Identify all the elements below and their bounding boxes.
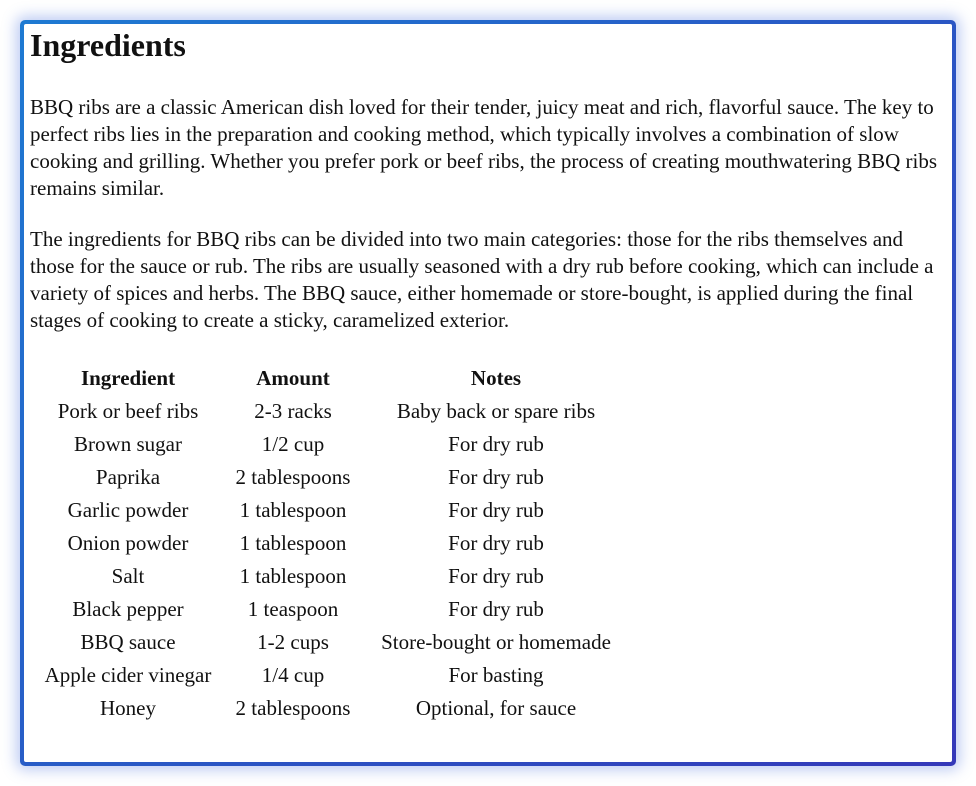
page-title: Ingredients [30,27,186,63]
cell-amount: 1/2 cup [261,432,325,456]
cell-ingredient: Garlic powder [67,498,189,522]
cell-ingredient: Onion powder [67,531,189,555]
column-header-notes: Notes [470,366,522,390]
table-row: Honey 2 tablespoons Optional, for sauce [30,692,632,725]
cell-ingredient: Honey [100,696,156,720]
cell-amount: 1 tablespoon [239,498,347,522]
table-row: Garlic powder 1 tablespoon For dry rub [30,494,632,527]
cell-ingredient: Salt [111,564,145,588]
table-row: Salt 1 tablespoon For dry rub [30,560,632,593]
cell-amount: 2-3 racks [254,399,332,423]
table-row: Onion powder 1 tablespoon For dry rub [30,527,632,560]
cell-notes: For dry rub [448,564,544,588]
cell-amount: 2 tablespoons [235,465,351,489]
cell-amount: 1 tablespoon [239,531,347,555]
cell-ingredient: Black pepper [72,597,184,621]
ingredients-table: Ingredient Amount Notes Pork or beef rib… [30,362,632,725]
column-header-ingredient: Ingredient [80,366,176,390]
cell-notes: Store-bought or homemade [381,630,611,654]
table-row: Paprika 2 tablespoons For dry rub [30,461,632,494]
cell-notes: For dry rub [448,465,544,489]
content-body: Ingredients BBQ ribs are a classic Ameri… [24,24,952,762]
ingredients-paragraph: The ingredients for BBQ ribs can be divi… [30,227,934,332]
intro-paragraph: BBQ ribs are a classic American dish lov… [30,95,938,200]
cell-notes: For dry rub [448,531,544,555]
cell-ingredient: Brown sugar [74,432,182,456]
table-header-row: Ingredient Amount Notes [30,362,632,395]
cell-notes: Optional, for sauce [415,696,577,720]
table-row: Black pepper 1 teaspoon For dry rub [30,593,632,626]
cell-amount: 1/4 cup [261,663,325,687]
cell-notes: For dry rub [448,432,544,456]
cell-notes: For dry rub [448,498,544,522]
table-row: BBQ sauce 1-2 cups Store-bought or homemad… [30,626,632,659]
cell-notes: For dry rub [448,597,544,621]
cell-ingredient: BBQ sauce [80,630,176,654]
cell-ingredient: Pork or beef ribs [57,399,199,423]
table-row: Pork or beef ribs 2-3 racks Baby back or s… [30,395,632,428]
cell-amount: 1-2 cups [257,630,329,654]
column-header-amount: Amount [256,366,330,390]
table-body: Pork or beef ribs 2-3 racks Baby back or s… [30,395,632,725]
cell-amount: 1 teaspoon [247,597,339,621]
table-row: Brown sugar 1/2 cup For dry rub [30,428,632,461]
cell-amount: 2 tablespoons [235,696,351,720]
cell-notes: Baby back or spare ribs [396,399,596,423]
cell-notes: For basting [448,663,544,687]
cell-ingredient: Paprika [95,465,161,489]
cell-ingredient: Apple cider vinegar [44,663,212,687]
table-row: Apple cider vinegar 1/4 cup For basting [30,659,632,692]
cell-amount: 1 tablespoon [239,564,347,588]
content-card: Ingredients BBQ ribs are a classic Ameri… [20,20,956,766]
